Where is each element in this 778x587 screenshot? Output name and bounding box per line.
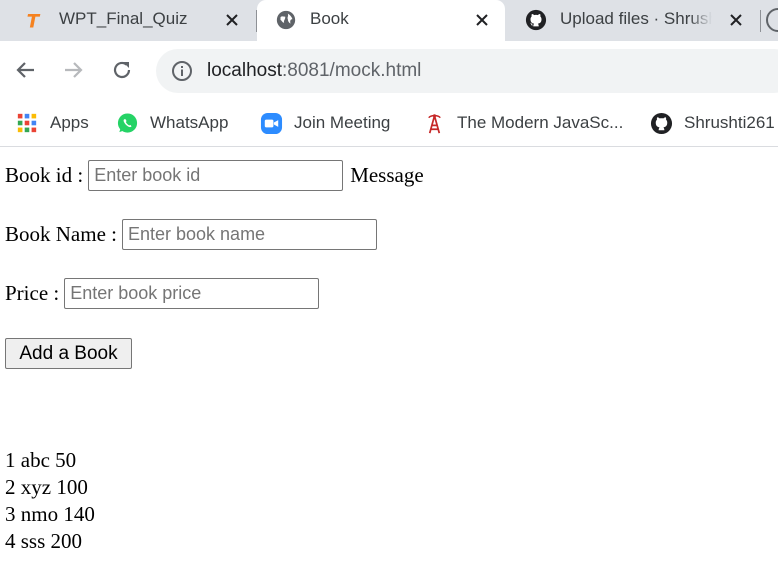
- bookmark-label: Shrushti261: [684, 113, 775, 132]
- page-content: Book id : Message Book Name : Price : Ad…: [0, 148, 778, 587]
- bookmark-modern-javascript[interactable]: The Modern JavaSc...: [422, 109, 623, 137]
- whatsapp-icon: [115, 111, 139, 135]
- bookmark-label: Join Meeting: [294, 113, 391, 132]
- partial-tab-icon[interactable]: [766, 8, 778, 32]
- bookmark-github-profile[interactable]: Shrushti261: [649, 109, 775, 137]
- tab-book[interactable]: Book: [257, 0, 505, 41]
- tab-title: WPT_Final_Quiz: [59, 9, 188, 28]
- tab-title: Upload files · Shrushti: [560, 9, 712, 28]
- book-id-input[interactable]: [88, 160, 344, 191]
- price-input[interactable]: [64, 278, 320, 309]
- bookmark-join-meeting[interactable]: Join Meeting: [259, 109, 390, 137]
- book-name-label: Book Name :: [5, 222, 117, 246]
- quiz-logo-icon: T: [22, 8, 46, 32]
- tab-upload-files[interactable]: Upload files · Shrushti: [507, 0, 759, 41]
- message-text: Message: [350, 163, 424, 187]
- close-icon[interactable]: [471, 9, 493, 31]
- svg-text:T: T: [27, 11, 41, 31]
- info-icon[interactable]: [171, 60, 193, 82]
- bookmark-label: WhatsApp: [150, 113, 229, 132]
- book-list: 1 abc 50 2 xyz 100 3 nmo 140 4 sss 200: [5, 447, 95, 555]
- list-item: 3 nmo 140: [5, 502, 95, 526]
- list-item: 4 sss 200: [5, 529, 83, 553]
- bookmark-label: The Modern JavaSc...: [457, 113, 624, 132]
- url-text[interactable]: localhost:8081/mock.html: [207, 60, 421, 82]
- github-icon: [649, 111, 673, 135]
- arrow-left-icon: [16, 62, 34, 78]
- video-camera-icon: [259, 111, 283, 135]
- tab-wpt-final-quiz[interactable]: T WPT_Final_Quiz: [0, 0, 255, 41]
- tab-strip: T WPT_Final_Quiz Book Upload files · Shr…: [0, 0, 778, 41]
- tower-icon: [422, 111, 446, 135]
- tab-separator: [760, 10, 761, 32]
- reload-button[interactable]: [107, 55, 137, 85]
- github-icon: [524, 8, 548, 32]
- book-id-label: Book id :: [5, 163, 84, 187]
- forward-button[interactable]: [58, 55, 88, 85]
- price-label: Price :: [5, 281, 60, 305]
- globe-icon: [274, 8, 298, 32]
- tab-title: Book: [310, 9, 349, 28]
- apps-grid-icon: [15, 111, 39, 135]
- bookmarks-bar: Apps WhatsApp Join Meeting The Modern Ja…: [0, 101, 778, 147]
- book-name-row: Book Name :: [5, 219, 377, 250]
- bookmark-whatsapp[interactable]: WhatsApp: [115, 109, 228, 137]
- bookmark-label: Apps: [50, 113, 89, 132]
- book-name-input[interactable]: [121, 219, 377, 250]
- back-button[interactable]: [11, 55, 41, 85]
- book-id-row: Book id : Message: [5, 160, 424, 191]
- list-item: 1 abc 50: [5, 448, 77, 472]
- bookmark-apps[interactable]: Apps: [15, 109, 89, 137]
- reload-icon: [113, 61, 131, 79]
- url-host: localhost: [207, 60, 282, 81]
- browser-toolbar: localhost:8081/mock.html: [0, 41, 778, 101]
- arrow-right-icon: [65, 62, 83, 78]
- url-path: :8081/mock.html: [282, 60, 422, 81]
- address-bar[interactable]: localhost:8081/mock.html: [156, 49, 778, 93]
- close-icon[interactable]: [725, 9, 747, 31]
- close-icon[interactable]: [221, 9, 243, 31]
- add-book-button[interactable]: Add a Book: [5, 338, 132, 369]
- price-row: Price :: [5, 278, 320, 309]
- list-item: 2 xyz 100: [5, 475, 88, 499]
